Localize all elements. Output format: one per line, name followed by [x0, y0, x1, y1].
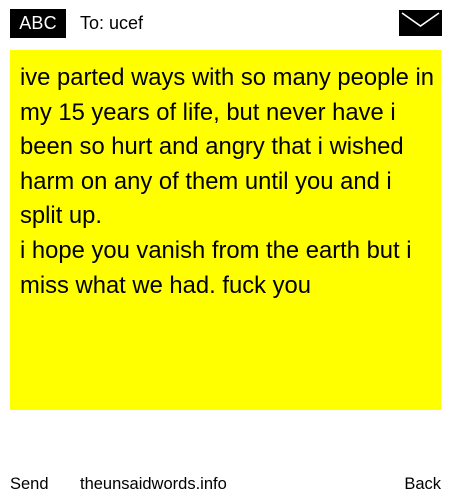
envelope-icon[interactable] [399, 10, 442, 36]
message-body-area[interactable]: ive parted ways with so many people in m… [10, 50, 441, 410]
send-button[interactable]: Send [10, 470, 49, 498]
message-header: ABC To: ucef [0, 0, 450, 46]
back-button[interactable]: Back [404, 470, 441, 498]
input-mode-badge[interactable]: ABC [10, 9, 66, 38]
message-text: ive parted ways with so many people in m… [20, 64, 435, 299]
recipient-field[interactable]: To: ucef [80, 10, 143, 36]
softkey-bar: Send theunsaidwords.info Back [0, 470, 450, 498]
site-link[interactable]: theunsaidwords.info [80, 470, 227, 498]
